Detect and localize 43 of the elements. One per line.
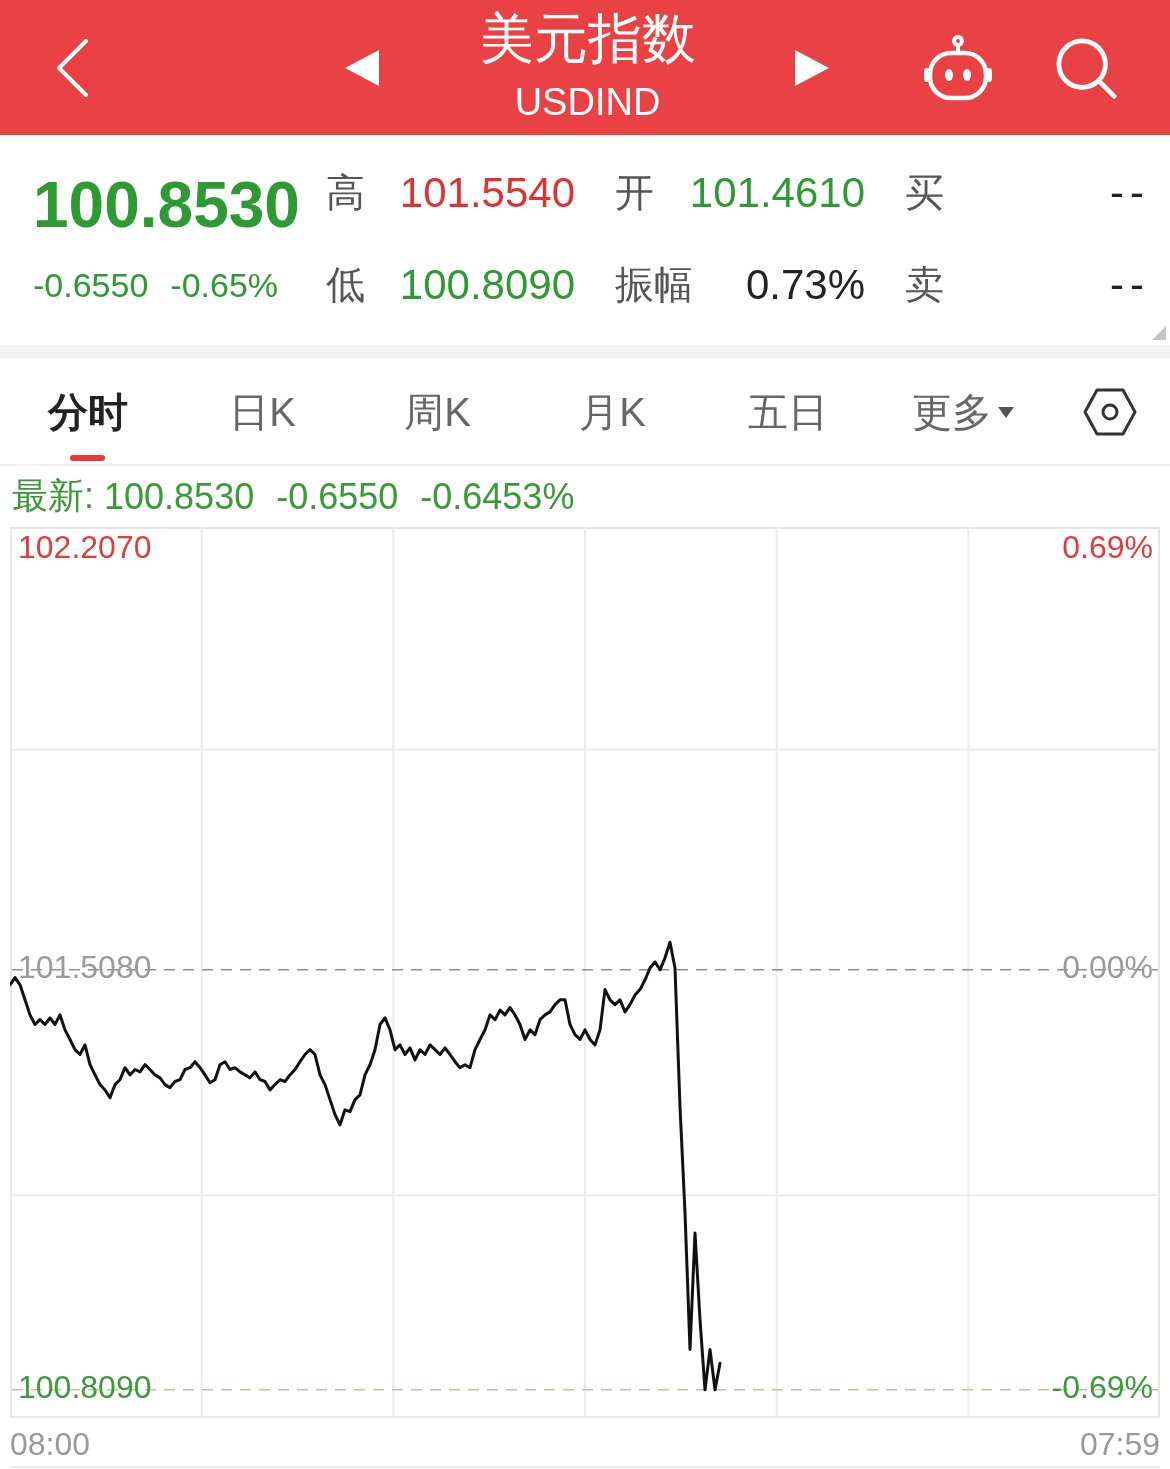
latest-change: -0.6550 [276, 475, 399, 518]
left-triangle-icon[interactable] [345, 49, 379, 86]
stat-label: 振幅 [615, 262, 693, 308]
stat-value: 0.73% [745, 260, 865, 310]
percent-axis-label: 0.69% [1062, 528, 1153, 565]
price-change: -0.6550 [33, 265, 149, 306]
stat-value: -- [1110, 260, 1150, 310]
caret-down-icon [997, 406, 1014, 418]
percent-axis-label: -0.69% [1051, 1368, 1153, 1405]
latest-label: 最新: [12, 474, 94, 518]
dropdown-tab[interactable]: 更多 [907, 385, 1018, 439]
chart-tab[interactable]: 周K [400, 385, 475, 439]
time-axis-label: 07:59 [1079, 1426, 1160, 1462]
time-axis-label: 08:00 [10, 1426, 91, 1462]
robot-icon[interactable] [922, 34, 994, 101]
percent-change: -0.65% [170, 265, 279, 306]
stat-label: 买 [905, 170, 944, 216]
page-title: 美元指数 [479, 8, 696, 68]
stat-label: 低 [326, 262, 365, 308]
price-axis-label: 102.2070 [18, 528, 152, 565]
symbol-code: USDIND [514, 80, 661, 124]
back-icon[interactable] [55, 38, 89, 97]
right-triangle-icon[interactable] [795, 49, 829, 86]
chart-tab[interactable]: 五日 [743, 385, 832, 439]
settings-icon[interactable] [1083, 388, 1137, 436]
stat-value: -- [1110, 168, 1150, 218]
stat-label: 开 [615, 170, 654, 216]
percent-axis-label: 0.00% [1062, 948, 1153, 985]
chart-tab[interactable]: 分时 [43, 385, 132, 461]
stat-value: 100.8090 [399, 260, 575, 310]
chart-tab[interactable]: 月K [575, 385, 650, 439]
selected-tab-indicator [70, 455, 105, 461]
chart-tab[interactable]: 日K [225, 385, 300, 439]
search-icon[interactable] [1055, 36, 1117, 99]
latest-price: 100.8530 [104, 475, 255, 518]
last-price: 100.8530 [33, 168, 300, 243]
stat-label: 卖 [905, 262, 944, 308]
price-axis-label: 100.8090 [18, 1368, 152, 1405]
latest-percent-change: -0.6453% [420, 475, 575, 518]
stat-value: 101.5540 [399, 168, 575, 218]
stat-value: 101.4610 [689, 168, 865, 218]
stat-label: 高 [326, 170, 365, 216]
price-axis-label: 101.5080 [18, 948, 152, 985]
